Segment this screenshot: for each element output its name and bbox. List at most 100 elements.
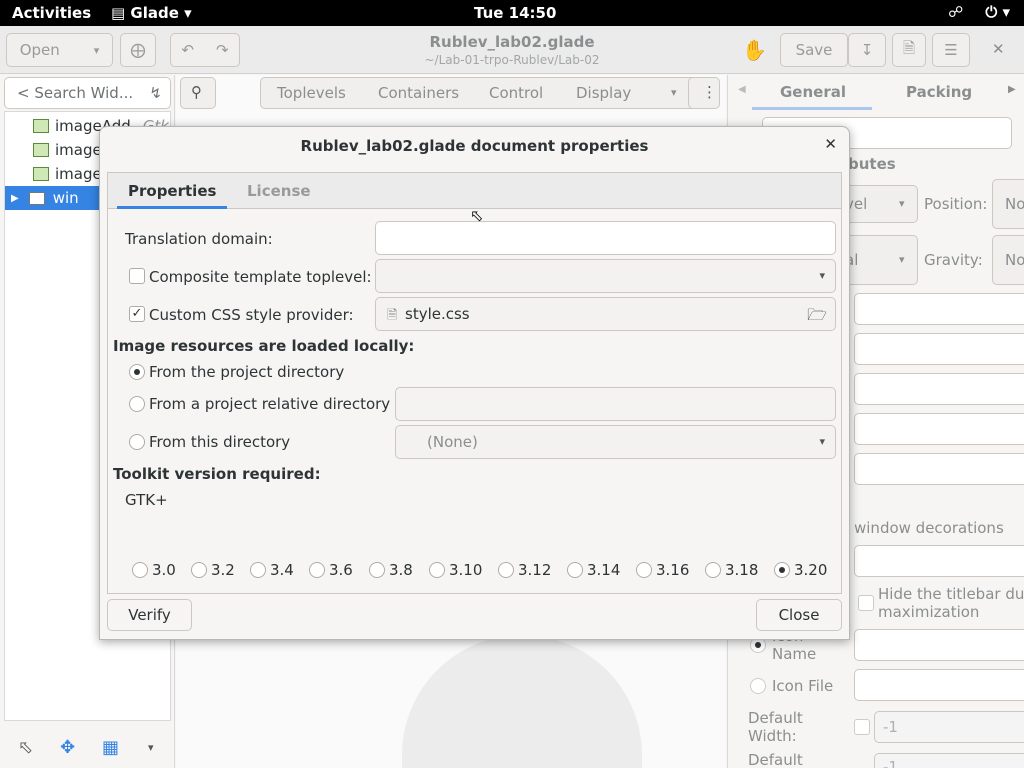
- palette-tab-toplevels[interactable]: Toplevels: [277, 84, 346, 102]
- chevron-down-icon[interactable]: ▾: [671, 86, 677, 99]
- inspector-tab-general[interactable]: General: [780, 83, 846, 101]
- translation-domain-label: Translation domain:: [125, 230, 273, 248]
- from-relative-directory-radio[interactable]: [129, 396, 145, 412]
- open-file-icon[interactable]: 🗁: [807, 304, 827, 331]
- dialog-content: Properties License Translation domain: C…: [107, 172, 842, 594]
- tree-item-name: image: [55, 141, 102, 159]
- tree-item-name: image: [55, 165, 102, 183]
- app-menu[interactable]: ▤ Glade ▾: [111, 4, 192, 22]
- property-field[interactable]: [854, 333, 1024, 365]
- close-button[interactable]: Close: [756, 599, 842, 631]
- clock[interactable]: Tue 14:50: [474, 4, 556, 22]
- verify-button[interactable]: Verify: [107, 599, 192, 631]
- filter-icon[interactable]: ↯: [149, 84, 162, 102]
- version-radio[interactable]: [429, 562, 445, 578]
- tab-underline: [752, 107, 872, 110]
- system-tray[interactable]: ☍ ⏻ ▾: [948, 3, 1010, 21]
- activities-button[interactable]: Activities: [12, 4, 91, 22]
- icon-file-field[interactable]: [854, 669, 1024, 701]
- hide-titlebar-checkbox[interactable]: [858, 595, 874, 611]
- window-decorations-label: window decorations: [854, 519, 1004, 537]
- widget-search-field[interactable]: < Search Wid... ↯: [4, 77, 171, 109]
- composite-template-combo[interactable]: ▾: [375, 259, 836, 293]
- network-icon: ☍: [948, 3, 964, 21]
- type-combo[interactable]: vel ▾: [838, 185, 918, 223]
- version-radio[interactable]: [498, 562, 514, 578]
- version-label: 3.16: [656, 561, 690, 579]
- composite-template-checkbox[interactable]: [129, 268, 145, 284]
- default-width-checkbox[interactable]: [854, 719, 870, 735]
- palette-tab-display[interactable]: Display: [576, 84, 631, 102]
- version-radio[interactable]: [369, 562, 385, 578]
- icon-file-radio[interactable]: [750, 678, 766, 694]
- toolkit-name: GTK+: [125, 491, 168, 509]
- save-as-icon[interactable]: ↧: [848, 33, 886, 67]
- attributes-heading: butes: [848, 155, 896, 173]
- power-icon: ⏻ ▾: [985, 3, 1010, 21]
- version-label: 3.0: [152, 561, 176, 579]
- palette-tab-control[interactable]: Control: [489, 84, 543, 102]
- palette-tab-containers[interactable]: Containers: [378, 84, 459, 102]
- default-height-field[interactable]: -1: [874, 753, 1024, 768]
- version-radio[interactable]: [132, 562, 148, 578]
- palette-tabs: Toplevels Containers Control Display ▾: [260, 77, 702, 109]
- from-this-directory-radio[interactable]: [129, 434, 145, 450]
- margin-edit-icon[interactable]: ▦: [102, 737, 119, 758]
- expander-icon[interactable]: ▶: [11, 193, 19, 204]
- property-field[interactable]: [854, 545, 1024, 577]
- directory-combo-value: (None): [427, 433, 478, 451]
- inspector-tab-packing[interactable]: Packing: [906, 83, 972, 101]
- version-radio[interactable]: [191, 562, 207, 578]
- position-combo[interactable]: No: [992, 179, 1024, 229]
- type-hint-combo[interactable]: al ▾: [838, 235, 918, 285]
- icon-name-field[interactable]: [854, 629, 1024, 661]
- save-button-label: Save: [795, 41, 833, 59]
- version-radio[interactable]: [705, 562, 721, 578]
- relative-directory-field[interactable]: [395, 387, 836, 421]
- property-field[interactable]: [854, 373, 1024, 405]
- tab-properties[interactable]: Properties: [128, 182, 216, 200]
- inspector-hand-icon[interactable]: ✋: [742, 38, 767, 62]
- save-button[interactable]: Save: [780, 33, 848, 67]
- close-window-icon[interactable]: ✕: [992, 40, 1005, 58]
- default-width-field[interactable]: -1: [874, 711, 1024, 743]
- menu-icon[interactable]: ☰: [932, 33, 970, 67]
- scroll-left-icon[interactable]: ◀: [738, 84, 746, 95]
- drag-resize-icon[interactable]: ✥: [60, 737, 75, 758]
- version-radio[interactable]: [636, 562, 652, 578]
- from-project-directory-radio[interactable]: [129, 364, 145, 380]
- custom-css-checkbox[interactable]: ✓: [129, 306, 145, 322]
- pointer-mode-icon[interactable]: ⬁: [18, 737, 33, 758]
- property-field[interactable]: [854, 453, 1024, 485]
- css-file-chooser[interactable]: 🗎 style.css 🗁: [375, 297, 836, 331]
- icon-name-label-2: Name: [772, 645, 817, 663]
- close-icon[interactable]: ✕: [824, 135, 837, 153]
- chevron-down-icon: ▾: [184, 4, 192, 22]
- palette-search-icon[interactable]: ⚲: [180, 77, 216, 109]
- icon-file-label: Icon File: [772, 677, 834, 695]
- version-radio[interactable]: [309, 562, 325, 578]
- directory-combo[interactable]: (None) ▾: [395, 425, 836, 459]
- version-radio[interactable]: [774, 562, 790, 578]
- property-field[interactable]: [854, 293, 1024, 325]
- custom-css-label: Custom CSS style provider:: [149, 306, 354, 324]
- chevron-down-icon[interactable]: ▾: [148, 741, 154, 754]
- default-width-value: -1: [883, 718, 898, 736]
- tab-license[interactable]: License: [247, 182, 311, 200]
- document-properties-icon[interactable]: 🗎: [892, 33, 926, 67]
- translation-domain-field[interactable]: [375, 221, 836, 255]
- more-icon[interactable]: ⋮: [688, 77, 720, 109]
- dialog-tabs: Properties License: [108, 173, 841, 209]
- property-field[interactable]: [854, 413, 1024, 445]
- version-radio[interactable]: [250, 562, 266, 578]
- version-radio[interactable]: [567, 562, 583, 578]
- position-label: Position:: [924, 195, 988, 213]
- from-this-directory-label: From this directory: [149, 433, 291, 451]
- image-widget-icon: [33, 119, 49, 133]
- gnome-top-bar: Activities ▤ Glade ▾ Tue 14:50 ☍ ⏻ ▾: [0, 0, 1024, 26]
- app-menu-label: Glade: [130, 4, 179, 22]
- scroll-right-icon[interactable]: ▶: [1008, 84, 1016, 95]
- toolkit-version-heading: Toolkit version required:: [113, 465, 321, 483]
- version-label: 3.10: [449, 561, 483, 579]
- gravity-combo[interactable]: No: [992, 235, 1024, 285]
